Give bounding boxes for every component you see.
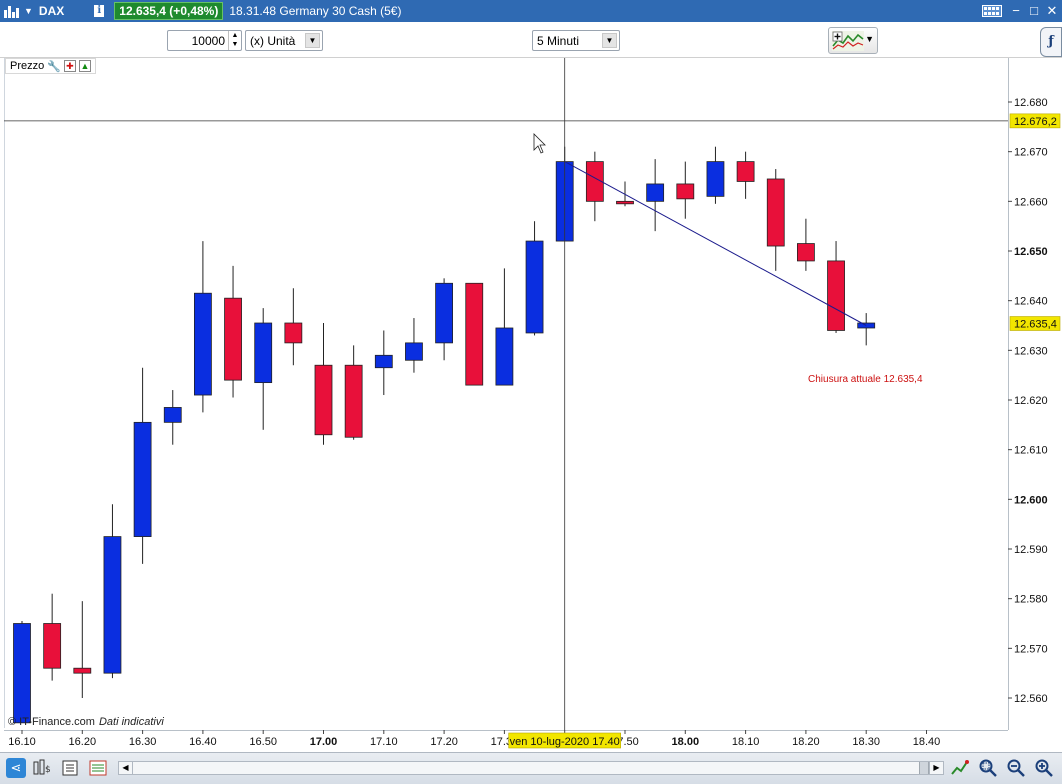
svg-text:$: $ xyxy=(45,765,51,775)
y-tick-label: 12.680 xyxy=(1014,97,1048,109)
candle-body[interactable] xyxy=(435,282,454,344)
y-tick-label: 12.670 xyxy=(1014,147,1048,159)
scroll-left-icon[interactable]: ◀ xyxy=(119,762,133,774)
candle-body[interactable] xyxy=(797,243,815,262)
candle-body[interactable] xyxy=(525,240,544,334)
y-tick-label: 12.630 xyxy=(1014,345,1048,357)
y-tick-label: 12.580 xyxy=(1014,594,1048,606)
zoom-in-icon[interactable] xyxy=(1034,758,1054,778)
x-tick-label: 17.20 xyxy=(430,736,458,748)
y-tick-label: 12.560 xyxy=(1014,693,1048,705)
candle-body[interactable] xyxy=(224,297,242,381)
template-icon[interactable] xyxy=(88,758,108,778)
candle-body[interactable] xyxy=(284,322,303,344)
candle-body[interactable] xyxy=(766,178,785,247)
trading-window: ▼ DAX i 12.635,4 (+0,48%) 18.31.48 Germa… xyxy=(0,0,1062,784)
scroll-right-icon[interactable]: ▶ xyxy=(929,762,943,774)
x-tick-label: 16.20 xyxy=(69,736,97,748)
y-tick-label: 12.650 xyxy=(1014,246,1048,258)
candle-body[interactable] xyxy=(73,667,92,674)
candle-body[interactable] xyxy=(13,623,31,724)
x-tick-label: 17.00 xyxy=(310,736,338,748)
candle-body[interactable] xyxy=(374,354,393,369)
price-panel-header[interactable]: Prezzo 🔧 ✚ ▲ xyxy=(5,58,96,74)
y-tick-label: 12.620 xyxy=(1014,395,1048,407)
candle-body[interactable] xyxy=(405,342,423,361)
candle-body[interactable] xyxy=(103,536,122,674)
wrench-icon[interactable]: 🔧 xyxy=(47,60,61,73)
notes-icon[interactable] xyxy=(60,758,80,778)
x-tick-label: 16.30 xyxy=(129,736,157,748)
x-tick-label: 18.10 xyxy=(732,736,760,748)
chart-canvas[interactable]: 12.680 12.670 12.660 12.650 12.640 12.630 12.6… xyxy=(0,0,1062,752)
x-tick-label: 18.40 xyxy=(913,736,941,748)
current-close-annotation: Chiusura attuale 12.635,4 xyxy=(808,374,923,385)
watermark-note: Dati indicativi xyxy=(98,716,164,728)
candle-body[interactable] xyxy=(646,183,665,202)
candle-body[interactable] xyxy=(193,292,212,396)
crosshair-price-label: 12.676,2 xyxy=(1014,116,1057,128)
zoom-out-icon[interactable] xyxy=(1006,758,1026,778)
candle-body[interactable] xyxy=(133,421,152,537)
scroll-thumb[interactable] xyxy=(919,762,929,774)
candle-body[interactable] xyxy=(706,161,725,197)
candle-body[interactable] xyxy=(495,327,514,386)
candle-body[interactable] xyxy=(465,282,484,386)
candle-body[interactable] xyxy=(43,623,62,669)
share-icon[interactable]: ⋖ xyxy=(6,758,26,778)
candle-body[interactable] xyxy=(314,364,333,436)
arrow-up-icon[interactable]: ▲ xyxy=(78,60,91,72)
crosshair-time-label: ven 10-lug-2020 17.40 xyxy=(510,736,620,748)
candle-body[interactable] xyxy=(163,407,182,423)
y-tick-label: 12.600 xyxy=(1014,494,1048,506)
bottom-toolbar: ⋖ $ ◀ ▶ xyxy=(0,752,1062,784)
candle-body[interactable] xyxy=(736,161,755,182)
candle-body[interactable] xyxy=(676,183,695,200)
candle-body[interactable] xyxy=(827,260,845,331)
y-tick-label: 12.590 xyxy=(1014,544,1048,556)
x-tick-label: 16.40 xyxy=(189,736,217,748)
y-tick-label: 12.640 xyxy=(1014,296,1048,308)
drawing-tools-icon[interactable] xyxy=(950,758,970,778)
chart-scrollbar[interactable]: ◀ ▶ xyxy=(118,761,944,775)
mouse-cursor-icon xyxy=(533,133,546,154)
x-tick-label: 16.10 xyxy=(8,736,36,748)
candle-body[interactable] xyxy=(616,200,634,205)
x-tick-label: 18.00 xyxy=(672,736,700,748)
candle-body[interactable] xyxy=(254,322,273,384)
x-tick-label: 18.30 xyxy=(852,736,880,748)
x-tick-label: 18.20 xyxy=(792,736,820,748)
watermark: © IT-Finance.com Dati indicativi xyxy=(8,716,164,728)
close-panel-icon[interactable]: ✚ xyxy=(63,60,76,72)
x-tick-label: 17.10 xyxy=(370,736,398,748)
zoom-area-icon[interactable] xyxy=(978,758,998,778)
x-tick-label: 16.50 xyxy=(249,736,277,748)
watermark-brand: © IT-Finance.com xyxy=(8,716,95,728)
candle-body[interactable] xyxy=(344,364,363,438)
panel-title: Prezzo xyxy=(10,60,45,72)
last-price-label: 12.635,4 xyxy=(1014,319,1057,331)
indicator-list-icon[interactable]: $ xyxy=(32,758,52,778)
y-tick-label: 12.660 xyxy=(1014,196,1048,208)
y-tick-label: 12.570 xyxy=(1014,643,1048,655)
y-tick-label: 12.610 xyxy=(1014,445,1048,457)
